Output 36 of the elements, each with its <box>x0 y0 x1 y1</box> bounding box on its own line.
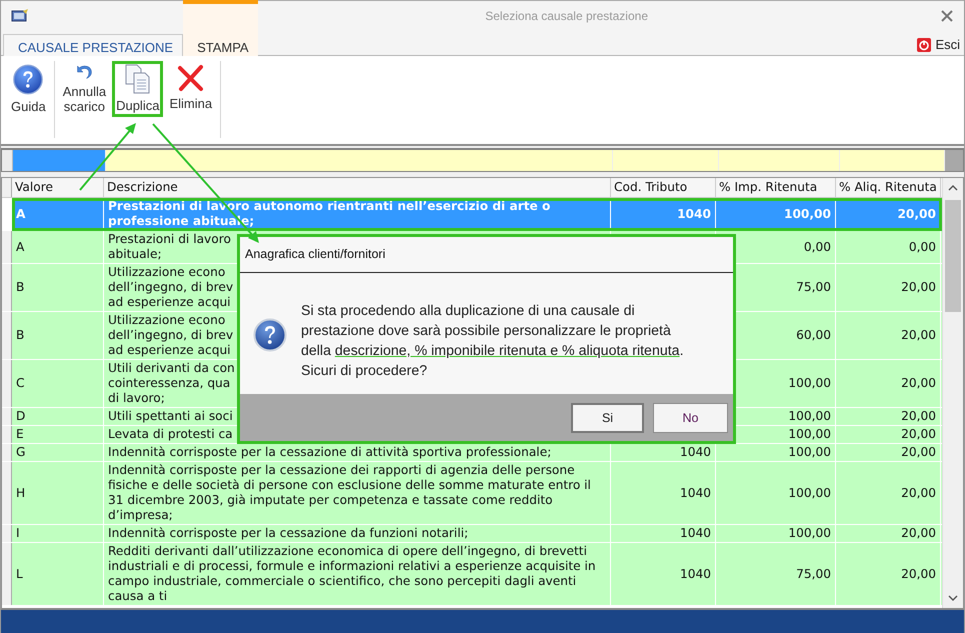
table-cell: 1040 <box>680 526 711 541</box>
table-cell: 1040 <box>680 566 711 582</box>
table-cell: A <box>12 198 104 230</box>
table-cell: 100,00 <box>716 525 836 542</box>
table-cell: 20,00 <box>836 312 941 359</box>
table-cell: Redditi derivanti dall’utilizzazione economica di opere dell’ingegno, di brevetti industriali e di processi, formule e informazioni relativi a esperienze acquisite in campo industriale, commerciale o scientifico, che sono percepiti dagli aventi causa a ti <box>104 543 611 605</box>
table-cell: 20,00 <box>836 264 941 311</box>
table-cell: Indennità corrisposte per la cessazione da funzioni notarili; <box>104 525 611 542</box>
table-cell: 1040 <box>677 206 711 222</box>
table-cell: B <box>12 264 104 311</box>
table-cell: 20,00 <box>836 426 941 443</box>
window-title: Seleziona causale prestazione <box>484 8 649 22</box>
table-cell: D <box>12 408 104 425</box>
table-cell: 75,00 <box>716 543 836 605</box>
table-cell: 0,00 <box>836 231 941 263</box>
dialog-title: Anagrafica clienti/fornitori <box>240 237 733 273</box>
table-cell: A <box>12 231 104 263</box>
table-cell: 20,00 <box>836 525 941 542</box>
table-cell: 100,00 <box>716 198 836 230</box>
table-cell: 20,00 <box>836 408 941 425</box>
table-cell: G <box>12 444 104 461</box>
table-cell: 20,00 <box>836 543 941 605</box>
table-cell: 20,00 <box>836 462 941 524</box>
table-cell: E <box>12 426 104 443</box>
table-cell: L <box>12 543 104 605</box>
table-cell: 20,00 <box>836 198 941 230</box>
table-cell: 20,00 <box>836 444 941 461</box>
table-cell: 100,00 <box>716 462 836 524</box>
table-cell: I <box>12 525 104 542</box>
table-cell: 1040 <box>680 445 711 460</box>
table-cell: C <box>12 360 104 407</box>
table-cell: 1040 <box>680 486 711 500</box>
table-cell: 20,00 <box>836 360 941 407</box>
table-cell: B <box>12 312 104 359</box>
table-cell: H <box>12 462 104 524</box>
table-cell: Indennità corrisposte per la cessazione dei rapporti di agenzia delle persone fisiche e delle società di persone con esclusione delle somme maturate entro il 31 dicembre 2003, già imputate per competenza e tassate come reddito d’impresa; <box>104 462 611 524</box>
